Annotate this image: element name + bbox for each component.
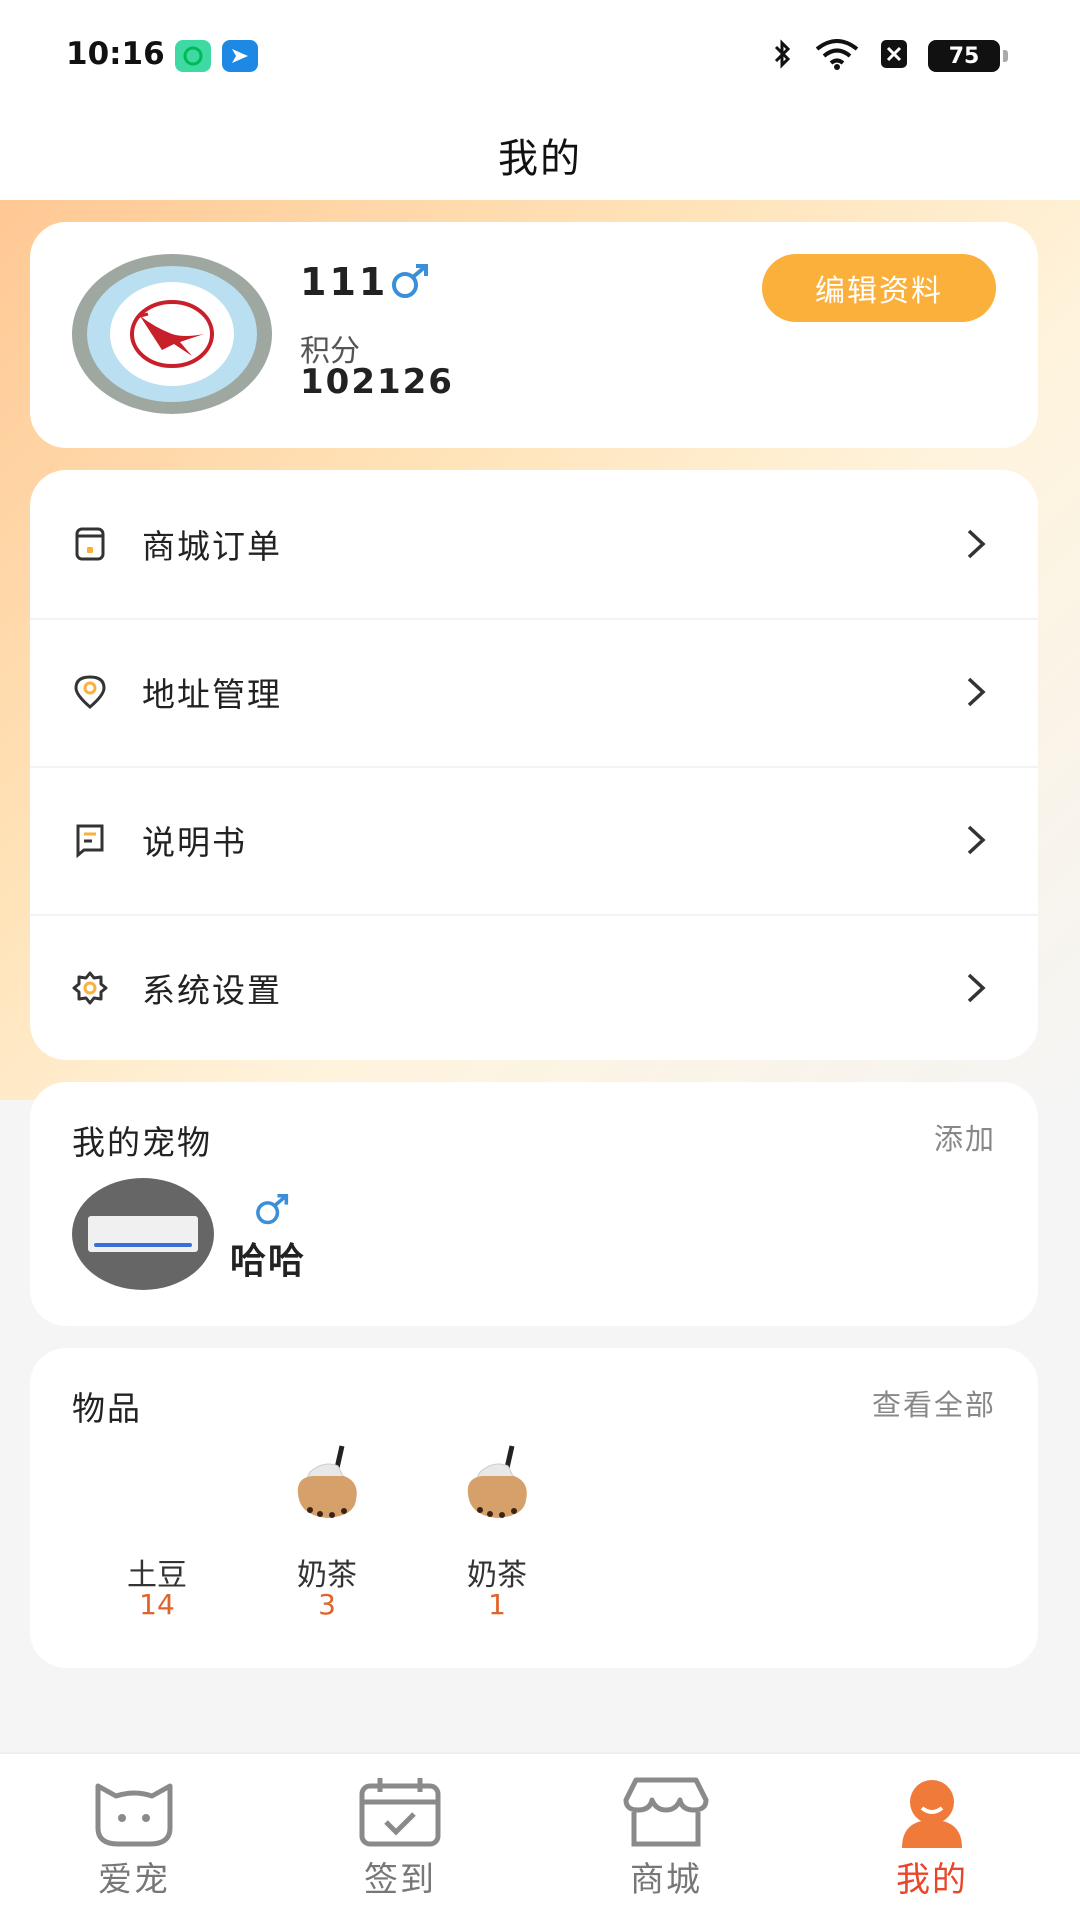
tab-store[interactable]: 商城: [586, 1768, 746, 1918]
calendar-icon: [356, 1776, 444, 1852]
wifi-icon: [814, 38, 860, 74]
male-icon: [390, 264, 432, 304]
pets-title: 我的宠物: [72, 1123, 212, 1162]
menu-item-label: 说明书: [142, 823, 247, 862]
crane-logo-icon: [130, 300, 214, 368]
settings-icon: [72, 970, 108, 1006]
menu-item-label: 地址管理: [142, 675, 282, 714]
sim-off-icon: [880, 39, 908, 73]
message-notification-icon: [222, 40, 258, 72]
status-bar: 10:16 75: [0, 0, 1080, 110]
status-indicators: 75: [772, 36, 1008, 76]
edit-profile-button[interactable]: 编辑资料: [762, 254, 996, 322]
order-icon: [72, 526, 108, 562]
inventory-item[interactable]: 奶茶 1: [422, 1438, 572, 1638]
menu-card: 商城订单 地址管理 说明书 系统设置: [30, 470, 1038, 1060]
tab-checkin[interactable]: 签到: [320, 1768, 480, 1918]
item-count: 3: [318, 1588, 336, 1621]
tab-profile[interactable]: 我的: [852, 1768, 1012, 1918]
nav-bar: 我的: [0, 110, 1080, 200]
page-title: 我的: [498, 136, 582, 182]
manual-icon: [72, 822, 108, 859]
app-notification-icon: [175, 40, 211, 72]
add-pet-button[interactable]: 添加: [934, 1116, 996, 1158]
chevron-right-icon: [964, 674, 988, 714]
items-card: 物品 查看全部 土豆 14 奶茶 3 奶茶 1: [30, 1348, 1038, 1668]
tab-label: 我的: [896, 1860, 968, 1900]
milk-tea-icon: [452, 1438, 542, 1538]
pets-card: 我的宠物 添加 哈哈: [30, 1082, 1038, 1326]
chevron-right-icon: [964, 970, 988, 1010]
profile-card: 111 积分 102126 编辑资料: [30, 222, 1038, 448]
profile-icon: [888, 1776, 976, 1852]
tab-pets[interactable]: 爱宠: [54, 1768, 214, 1918]
status-time: 10:16: [66, 36, 165, 72]
store-icon: [622, 1776, 710, 1852]
menu-item-label: 系统设置: [142, 971, 282, 1010]
chevron-right-icon: [964, 822, 988, 862]
menu-item-label: 商城订单: [142, 527, 282, 566]
inventory-item[interactable]: 奶茶 3: [252, 1438, 402, 1638]
tab-label: 商城: [630, 1860, 702, 1900]
battery-indicator: 75: [928, 40, 1008, 72]
bluetooth-icon: [772, 38, 794, 74]
view-all-button[interactable]: 查看全部: [872, 1382, 996, 1424]
menu-item-settings[interactable]: 系统设置: [30, 914, 1038, 1062]
pet-name[interactable]: 哈哈: [230, 1232, 306, 1284]
item-count: 1: [488, 1588, 506, 1621]
male-icon: [254, 1194, 292, 1230]
avatar[interactable]: [72, 254, 272, 414]
menu-item-manual[interactable]: 说明书: [30, 766, 1038, 914]
location-icon: [72, 674, 108, 710]
item-count: 14: [139, 1588, 175, 1621]
points-value: 102126: [300, 362, 454, 402]
bottom-tab-bar: 爱宠 签到 商城 我的: [0, 1752, 1080, 1920]
milk-tea-icon: [282, 1438, 372, 1538]
items-title: 物品: [72, 1389, 142, 1428]
inventory-item[interactable]: 土豆 14: [82, 1438, 232, 1638]
chevron-right-icon: [964, 526, 988, 566]
username: 111: [300, 260, 389, 304]
pet-avatar[interactable]: [72, 1178, 214, 1290]
menu-item-address[interactable]: 地址管理: [30, 618, 1038, 766]
tab-label: 爱宠: [98, 1860, 170, 1900]
menu-item-orders[interactable]: 商城订单: [30, 470, 1038, 618]
pet-icon: [90, 1776, 178, 1852]
tab-label: 签到: [364, 1860, 436, 1900]
